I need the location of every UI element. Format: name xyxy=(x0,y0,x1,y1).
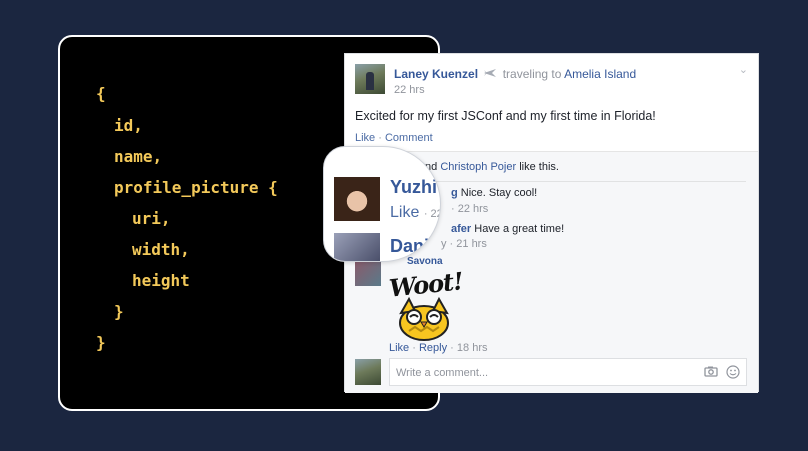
code-line-close-brace: } xyxy=(96,333,106,352)
comment-3-actions: Like · Reply · 18 hrs xyxy=(389,342,488,354)
code-line-uri: uri, xyxy=(132,209,171,228)
owl-sticker-icon xyxy=(399,296,449,341)
author-avatar[interactable] xyxy=(355,64,385,94)
code-line-width: width, xyxy=(132,240,190,259)
zoomed-like-link: Like xyxy=(390,204,420,221)
zoomed-avatar-yuzhi xyxy=(334,177,380,221)
code-line-open-brace: { xyxy=(96,84,106,103)
author-name-link[interactable]: Laney Kuenzel xyxy=(394,67,478,81)
comment-1-author[interactable]: g xyxy=(451,187,458,199)
zoomed-name-daniel: Danie xyxy=(390,236,440,256)
code-line-profile-picture: profile_picture { xyxy=(114,178,278,197)
zoomed-avatar-daniel xyxy=(334,233,380,261)
activity-text: traveling to xyxy=(502,67,562,81)
post-author-line: Laney Kuenzel traveling to Amelia Island xyxy=(394,66,636,81)
magnifier-zoom: Yuzhi Like · 22 hrs Danie xyxy=(323,146,441,262)
comment-link[interactable]: Comment xyxy=(385,132,433,144)
comment-3-like-link[interactable]: Like xyxy=(389,342,409,354)
liker-name-link[interactable]: Christoph Pojer xyxy=(440,161,516,173)
comment-2-time[interactable]: y · 21 hrs xyxy=(441,238,487,250)
comment-2-meta: y · 21 hrs xyxy=(441,238,487,250)
zoomed-like-line: Like · 22 hrs xyxy=(390,204,440,222)
post-actions: Like · Comment xyxy=(355,132,433,144)
likes-suffix: like this. xyxy=(519,161,559,173)
comment-input[interactable]: Write a comment... xyxy=(389,358,747,386)
code-line-id: id, xyxy=(114,116,143,135)
comment-3-time[interactable]: 18 hrs xyxy=(457,342,488,354)
zoomed-name-yuzhi: Yuzhi xyxy=(390,177,438,197)
code-line-inner-close-brace: } xyxy=(114,302,124,321)
comment-3-author[interactable]: Savona xyxy=(407,256,443,267)
place-link[interactable]: Amelia Island xyxy=(564,67,636,81)
comment-1-meta: · 22 hrs xyxy=(451,203,488,215)
airplane-icon xyxy=(484,69,497,77)
smiley-icon[interactable] xyxy=(726,365,740,379)
comment-2-text: Have a great time! xyxy=(474,223,565,235)
post-timestamp[interactable]: 22 hrs xyxy=(394,84,425,96)
like-link[interactable]: Like xyxy=(355,132,375,144)
zoomed-time: · 22 hrs xyxy=(423,208,440,220)
comment-3-author-line: Savona xyxy=(407,256,443,267)
camera-icon[interactable] xyxy=(704,366,718,377)
actions-separator: · xyxy=(378,132,385,144)
commenter-avatar[interactable] xyxy=(355,260,381,286)
post-header: Laney Kuenzel traveling to Amelia Island… xyxy=(345,54,758,152)
chevron-down-icon[interactable]: ⌄ xyxy=(739,63,748,76)
comment-2-author[interactable]: afer xyxy=(451,223,471,235)
post-body-text: Excited for my first JSConf and my first… xyxy=(355,109,656,123)
comment-1-time[interactable]: · 22 hrs xyxy=(451,203,488,215)
current-user-avatar xyxy=(355,359,381,385)
code-line-name: name, xyxy=(114,147,163,166)
code-line-height: height xyxy=(132,271,190,290)
comment-3-reply-link[interactable]: Reply xyxy=(419,342,447,354)
comment-1: g Nice. Stay cool! xyxy=(451,187,537,199)
comment-input-placeholder: Write a comment... xyxy=(396,367,489,379)
comment-1-text: Nice. Stay cool! xyxy=(460,187,538,199)
likes-summary: nd Christoph Pojer like this. xyxy=(425,161,559,173)
comment-2: afer Have a great time! xyxy=(451,223,564,235)
